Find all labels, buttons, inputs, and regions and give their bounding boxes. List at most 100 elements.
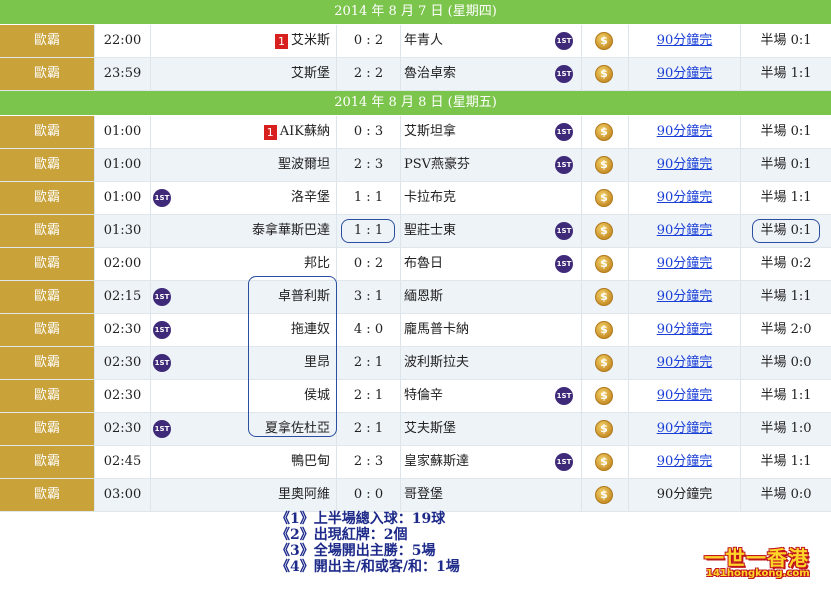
logo-title: 一世一香港 [704,546,809,570]
result-cell: 90分鐘完 [629,58,741,90]
away-team-name: 皇家蘇斯達 [404,454,470,469]
logo-url: 141hongkong.com [706,568,810,579]
dollar-coin-icon[interactable]: $ [595,222,613,240]
1st-badge-icon: 1ST [555,255,573,273]
dollar-coin-icon[interactable]: $ [595,156,613,174]
dollar-coin-icon[interactable]: $ [595,288,613,306]
result-link[interactable]: 90分鐘完 [657,190,713,205]
result-link[interactable]: 90分鐘完 [657,454,713,469]
result-link[interactable]: 90分鐘完 [657,289,713,304]
odds-cell: $ [582,479,629,511]
odds-cell: $ [582,58,629,90]
kickoff-time: 03:00 [95,479,151,511]
home-team-cell: 1ST 卓普利斯 [151,281,337,313]
away-team-name: 年青人 [404,33,444,48]
dollar-coin-icon[interactable]: $ [595,255,613,273]
score-value: 2 : 3 [353,157,384,172]
league-cell: 歐霸 [0,25,95,57]
result-cell: 90分鐘完 [629,149,741,181]
result-link[interactable]: 90分鐘完 [657,66,713,81]
home-team-name: 里昂 [303,355,330,370]
league-cell: 歐霸 [0,215,95,247]
result-cell: 90分鐘完 [629,413,741,445]
result-cell: 90分鐘完 [629,215,741,247]
results-board: 2014 年 8 月 7 日 (星期四) 歐霸 22:00 1 艾米斯 0 : 2 年青人 1… [0,0,831,512]
annotation-circle-score [341,219,395,243]
dollar-coin-icon[interactable]: $ [595,123,613,141]
score-value: 2 : 3 [353,454,384,469]
odds-cell: $ [582,149,629,181]
score-value: 0 : 0 [353,487,384,502]
red-card-icon: 1 [274,33,288,49]
home-team-cell: 1ST 拖連奴 [151,314,337,346]
kickoff-time: 02:00 [95,248,151,280]
home-team-cell: 鴨巴甸 [151,446,337,478]
result-link[interactable]: 90分鐘完 [657,322,713,337]
dollar-coin-icon[interactable]: $ [595,453,613,471]
result-link[interactable]: 90分鐘完 [657,124,713,139]
dollar-coin-icon[interactable]: $ [595,65,613,83]
score-value: 2 : 2 [353,66,384,81]
dollar-coin-icon[interactable]: $ [595,321,613,339]
match-row: 歐霸 02:30 1ST 里昂 2 : 1 波利斯拉夫 $90分鐘完 半場 0:0 [0,347,831,380]
result-link[interactable]: 90分鐘完 [657,157,713,172]
half-time-value: 半場 0:1 [760,33,812,48]
league-cell: 歐霸 [0,347,95,379]
dollar-coin-icon[interactable]: $ [595,486,613,504]
score: 0 : 2 [337,248,401,280]
league-cell: 歐霸 [0,248,95,280]
score-value: 3 : 1 [353,289,384,304]
odds-cell: $ [582,248,629,280]
score: 2 : 3 [337,446,401,478]
odds-cell: $ [582,347,629,379]
score: 3 : 1 [337,281,401,313]
result-link[interactable]: 90分鐘完 [657,256,713,271]
match-row: 歐霸 01:00 1 AIK蘇納 0 : 3 艾斯坦拿 1ST $90分鐘完 半場 0:1 [0,116,831,149]
half-time-score: 半場 0:1 [741,25,831,57]
away-team-cell: 聖莊士東 1ST [401,215,582,247]
half-time-value: 半場 0:0 [760,487,812,502]
home-team-name: 艾米斯 [290,33,330,48]
away-team-name: 哥登堡 [404,487,444,502]
dollar-coin-icon[interactable]: $ [595,420,613,438]
half-time-score: 半場 1:1 [741,58,831,90]
half-time-value: 半場 1:1 [760,388,812,403]
score: 2 : 1 [337,413,401,445]
league-cell: 歐霸 [0,413,95,445]
half-time-value: 半場 1:1 [760,190,812,205]
league-cell: 歐霸 [0,281,95,313]
away-team-name: 特倫辛 [404,388,444,403]
away-team-cell: 緬恩斯 [401,281,582,313]
score: 0 : 2 [337,25,401,57]
half-time-value: 半場 2:0 [760,322,812,337]
date-header: 2014 年 8 月 7 日 (星期四) [0,0,831,25]
away-team-name: PSV燕豪芬 [404,157,471,172]
annotation-circle-half [752,219,820,243]
away-team-name: 魯治卓索 [404,66,457,81]
result-link[interactable]: 90分鐘完 [657,223,713,238]
league-cell: 歐霸 [0,58,95,90]
result-cell: 90分鐘完 [629,479,741,511]
dollar-coin-icon[interactable]: $ [595,189,613,207]
half-time-score: 半場 0:0 [741,347,831,379]
match-row: 歐霸 23:59 艾斯堡 2 : 2 魯治卓索 1ST $90分鐘完 半場 1:1 [0,58,831,91]
1st-badge-icon: 1ST [153,321,171,339]
result-link[interactable]: 90分鐘完 [657,388,713,403]
result-link[interactable]: 90分鐘完 [657,355,713,370]
result-link[interactable]: 90分鐘完 [657,33,713,48]
dollar-coin-icon[interactable]: $ [595,387,613,405]
away-team-cell: 哥登堡 [401,479,582,511]
match-row: 歐霸 01:30 泰拿華斯巴達 1 : 1 聖莊士東 1ST $90分鐘完 半場 0:1 [0,215,831,248]
home-team-name: 聖波爾坦 [277,157,330,172]
home-team-name: 艾斯堡 [290,66,330,81]
match-row: 歐霸 02:45 鴨巴甸 2 : 3 皇家蘇斯達 1ST $90分鐘完 半場 1:1 [0,446,831,479]
1st-badge-icon: 1ST [153,288,171,306]
half-time-score: 半場 1:1 [741,281,831,313]
result-cell: 90分鐘完 [629,446,741,478]
away-team-cell: PSV燕豪芬 1ST [401,149,582,181]
result-link[interactable]: 90分鐘完 [657,421,713,436]
dollar-coin-icon[interactable]: $ [595,32,613,50]
dollar-coin-icon[interactable]: $ [595,354,613,372]
away-team-cell: 布魯日 1ST [401,248,582,280]
half-time-score: 半場 0:1 [741,149,831,181]
